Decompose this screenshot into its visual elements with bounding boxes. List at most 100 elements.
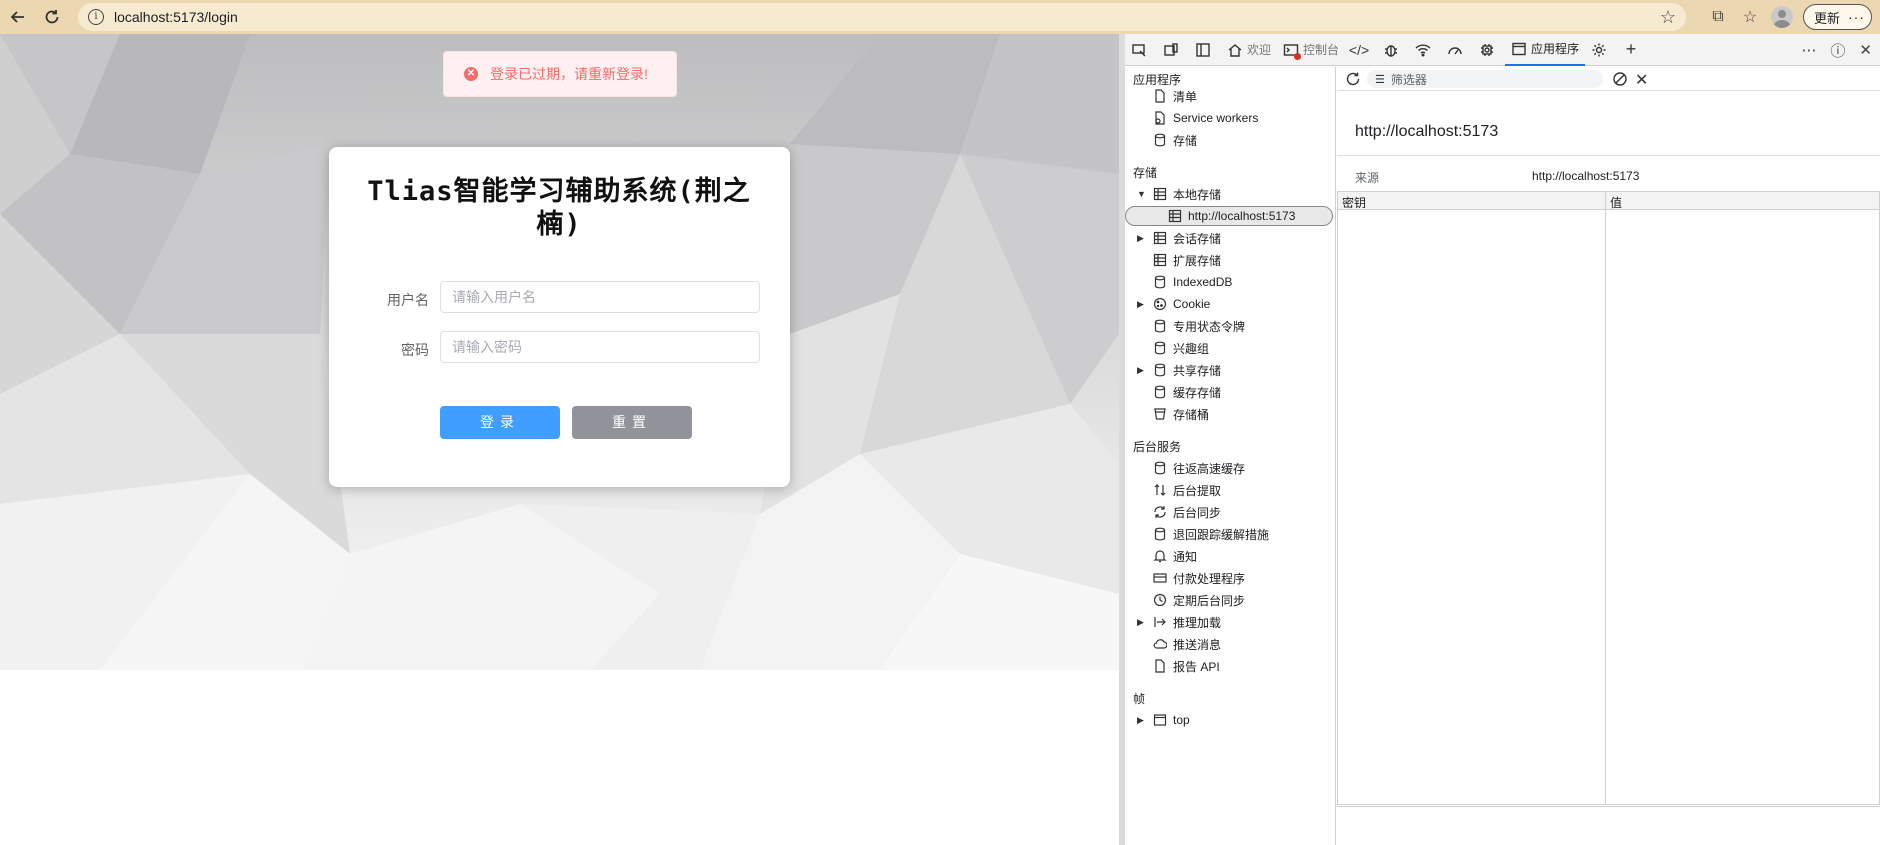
back-button[interactable] (4, 3, 32, 31)
sidebar-item-label: 往返高速缓存 (1173, 461, 1246, 476)
sidebar-item-bfcache[interactable]: 往返高速缓存 (1125, 458, 1335, 478)
extensions-icon[interactable]: ⧉ (1707, 6, 1729, 28)
filter-input[interactable]: ☰ 筛选器 (1367, 70, 1603, 88)
sidebar-item-storage-overview[interactable]: 存储 (1125, 130, 1335, 150)
more-menu-icon[interactable]: ··· (1848, 9, 1865, 25)
site-info-icon[interactable]: i (88, 9, 104, 25)
profile-avatar[interactable] (1770, 6, 1793, 28)
sidebar-item-manifest[interactable]: 清单 (1125, 86, 1335, 106)
column-header-value[interactable]: 值 (1610, 194, 1622, 211)
key-value-table[interactable]: 密钥 值 (1337, 191, 1880, 805)
tab-sources[interactable]: </> (1345, 34, 1377, 66)
sidebar-item-label: http://localhost:5173 (1188, 209, 1296, 223)
sidebar-item-localhost-origin[interactable]: http://localhost:5173 (1125, 206, 1333, 226)
sidebar-item-speculative-loads[interactable]: ▶ 推理加载 (1125, 612, 1335, 632)
sidebar-item-session-storage[interactable]: ▶ 会话存储 (1125, 228, 1335, 248)
more-options-icon[interactable]: ⋯ (1801, 41, 1816, 59)
password-input[interactable] (440, 331, 760, 363)
bell-icon (1153, 549, 1167, 563)
dock-toggle-button[interactable] (1189, 34, 1221, 66)
tab-performance[interactable] (1441, 34, 1473, 66)
sidebar-item-bounce-tracking[interactable]: 退回跟踪缓解措施 (1125, 524, 1335, 544)
tab-debugger[interactable] (1377, 34, 1409, 66)
sidebar-item-label: 扩展存储 (1173, 253, 1222, 268)
reset-button[interactable]: 重置 (572, 406, 692, 439)
tab-welcome-label: 欢迎 (1247, 43, 1272, 57)
collapsed-arrow-icon[interactable]: ▶ (1137, 233, 1144, 244)
sync-icon (1153, 505, 1167, 519)
add-tab-button[interactable]: + (1617, 34, 1649, 66)
clear-all-icon[interactable] (1612, 71, 1628, 87)
sidebar-item-label: 存储桶 (1173, 407, 1210, 422)
collapsed-arrow-icon[interactable]: ▶ (1137, 365, 1144, 376)
sidebar-item-cookie[interactable]: ▶ Cookie (1125, 294, 1335, 314)
inspect-element-button[interactable] (1125, 34, 1157, 66)
sidebar-item-reporting-api[interactable]: 报告 API (1125, 656, 1335, 676)
table-icon (1153, 187, 1167, 201)
sidebar-item-shared-storage[interactable]: ▶ 共享存储 (1125, 360, 1335, 380)
favorite-star-icon[interactable]: ☆ (1660, 7, 1676, 28)
tab-network[interactable] (1409, 34, 1441, 66)
device-toolbar-button[interactable] (1157, 34, 1189, 66)
close-devtools-icon[interactable]: ✕ (1859, 41, 1872, 59)
sidebar-item-background-fetch[interactable]: 后台提取 (1125, 480, 1335, 500)
sidebar-item-private-state-tokens[interactable]: 专用状态令牌 (1125, 316, 1335, 336)
delete-selected-icon[interactable]: ✕ (1635, 70, 1648, 90)
document-icon (1153, 659, 1167, 673)
sidebar-item-cache-storage[interactable]: 缓存存储 (1125, 382, 1335, 402)
sidebar-item-label: 退回跟踪缓解措施 (1173, 527, 1270, 542)
address-bar[interactable]: i localhost:5173/login ☆ (78, 3, 1686, 31)
gear-icon (1591, 42, 1607, 58)
sidebar-item-periodic-sync[interactable]: 定期后台同步 (1125, 590, 1335, 610)
tab-welcome[interactable]: 欢迎 (1221, 34, 1277, 66)
sidebar-item-label: 定期后台同步 (1173, 593, 1246, 608)
column-header-key[interactable]: 密钥 (1342, 194, 1366, 211)
reload-button[interactable] (38, 3, 66, 31)
login-button[interactable]: 登录 (440, 406, 560, 439)
database-icon (1153, 385, 1167, 399)
chip-icon (1479, 42, 1495, 58)
table-icon (1153, 253, 1167, 267)
update-label: 更新 (1813, 10, 1840, 26)
sidebar-item-push-messaging[interactable]: 推送消息 (1125, 634, 1335, 654)
tab-console-label: 控制台 (1303, 43, 1340, 57)
sidebar-item-interest-groups[interactable]: 兴趣组 (1125, 338, 1335, 358)
error-toast: ✕ 登录已过期，请重新登录! (443, 51, 677, 97)
help-icon[interactable]: ⓘ (1830, 40, 1845, 61)
collapsed-arrow-icon[interactable]: ▶ (1137, 617, 1144, 628)
column-divider[interactable] (1605, 192, 1606, 804)
sidebar-item-background-sync[interactable]: 后台同步 (1125, 502, 1335, 522)
sidebar-item-notifications[interactable]: 通知 (1125, 546, 1335, 566)
expanded-arrow-icon[interactable]: ▼ (1137, 189, 1146, 199)
sidebar-item-storage-buckets[interactable]: 存储桶 (1125, 404, 1335, 424)
username-input[interactable] (440, 281, 760, 313)
refresh-icon[interactable] (1345, 71, 1361, 87)
sidebar-item-indexeddb[interactable]: IndexedDB (1125, 272, 1335, 292)
devtools-toolbar: 欢迎 控制台 </> 应用程序 + ⋯ ⓘ ✕ (1125, 34, 1880, 66)
up-down-arrows-icon (1153, 483, 1167, 497)
tab-application[interactable]: 应用程序 (1505, 34, 1586, 66)
tab-memory[interactable] (1473, 34, 1505, 66)
favorites-icon[interactable]: ☆ (1739, 6, 1761, 28)
sidebar-item-label: 兴趣组 (1173, 341, 1210, 356)
sidebar-item-extension-storage[interactable]: 扩展存储 (1125, 250, 1335, 270)
cloud-icon (1153, 637, 1168, 651)
collapsed-arrow-icon[interactable]: ▶ (1137, 299, 1144, 310)
collapsed-arrow-icon[interactable]: ▶ (1137, 715, 1144, 726)
inspect-icon (1131, 42, 1147, 58)
tab-settings[interactable] (1585, 34, 1617, 66)
section-background-services-title: 后台服务 (1133, 440, 1182, 454)
database-icon (1153, 319, 1167, 333)
database-icon (1153, 341, 1167, 355)
sidebar-item-service-workers[interactable]: Service workers (1125, 108, 1335, 128)
section-storage-title: 存储 (1133, 166, 1158, 180)
filter-placeholder: 筛选器 (1390, 72, 1427, 87)
sidebar-item-payment-handler[interactable]: 付款处理程序 (1125, 568, 1335, 588)
sidebar-item-frame-top[interactable]: ▶ top (1125, 710, 1335, 730)
update-button[interactable]: 更新 ··· (1802, 4, 1872, 30)
sidebar-item-local-storage[interactable]: ▼ 本地存储 (1125, 184, 1335, 204)
devtools-panel: 欢迎 控制台 </> 应用程序 + ⋯ ⓘ ✕ 应用程序 清单 Service … (1119, 34, 1880, 845)
toast-message: 登录已过期，请重新登录! (490, 66, 648, 82)
tab-console[interactable]: 控制台 (1277, 34, 1345, 66)
sidebar-item-label: 会话存储 (1173, 231, 1222, 246)
